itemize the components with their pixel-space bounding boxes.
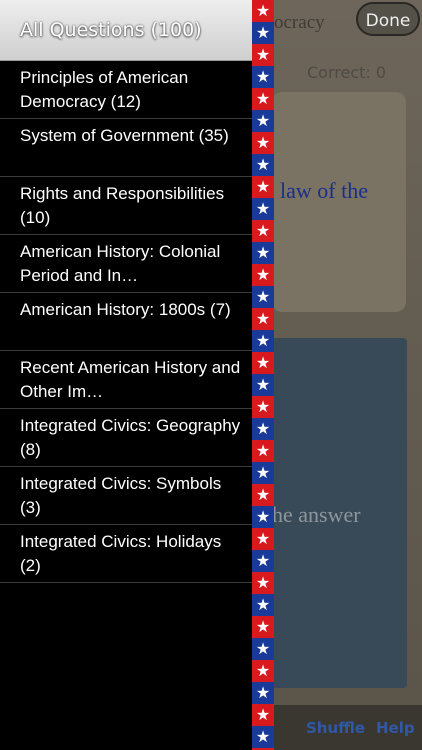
star-icon: ★	[255, 1, 271, 20]
category-menu: All Questions (100) Principles of Americ…	[0, 0, 252, 750]
stars-stripes-divider: ★★★★★★★★★★★★★★★★★★★★★★★★★★★★★★★★★★★	[252, 0, 274, 750]
star-icon: ★	[255, 221, 271, 240]
star-icon: ★	[255, 111, 271, 130]
star-icon: ★	[255, 617, 271, 636]
star-icon: ★	[255, 353, 271, 372]
menu-item-system-of-government[interactable]: System of Government (35)	[0, 119, 252, 177]
star-icon: ★	[255, 331, 271, 350]
main-screen: ocracy Done Correct: 0 law of the he ans…	[252, 0, 422, 750]
star-icon: ★	[255, 265, 271, 284]
star-icon: ★	[255, 661, 271, 680]
star-icon: ★	[255, 595, 271, 614]
menu-item-1800s[interactable]: American History: 1800s (7)	[0, 293, 252, 351]
menu-item-colonial-period[interactable]: American History: Colonial Period and In…	[0, 235, 252, 293]
screen-title: ocracy	[274, 12, 325, 33]
menu-item-recent-history[interactable]: Recent American History and Other Im…	[0, 351, 252, 409]
star-icon: ★	[255, 529, 271, 548]
star-icon: ★	[255, 375, 271, 394]
menu-item-symbols[interactable]: Integrated Civics: Symbols (3)	[0, 467, 252, 525]
star-icon: ★	[255, 507, 271, 526]
bottom-toolbar: Shuffle Help	[252, 705, 422, 750]
star-icon: ★	[255, 705, 271, 724]
star-icon: ★	[255, 573, 271, 592]
help-button[interactable]: Help	[376, 719, 415, 737]
question-text: law of the	[280, 178, 368, 203]
menu-item-geography[interactable]: Integrated Civics: Geography (8)	[0, 409, 252, 467]
star-icon: ★	[255, 155, 271, 174]
star-icon: ★	[255, 67, 271, 86]
star-icon: ★	[255, 397, 271, 416]
star-icon: ★	[255, 309, 271, 328]
star-icon: ★	[255, 133, 271, 152]
star-icon: ★	[255, 89, 271, 108]
star-icon: ★	[255, 199, 271, 218]
star-icon: ★	[255, 441, 271, 460]
star-icon: ★	[255, 683, 271, 702]
shuffle-button[interactable]: Shuffle	[306, 719, 365, 737]
star-icon: ★	[255, 177, 271, 196]
star-icon: ★	[255, 485, 271, 504]
menu-item-all-questions[interactable]: All Questions (100)	[0, 0, 252, 61]
answer-prompt: he answer	[272, 502, 361, 527]
star-icon: ★	[255, 551, 271, 570]
done-button[interactable]: Done	[356, 2, 420, 36]
correct-counter: Correct: 0	[307, 63, 387, 82]
menu-item-holidays[interactable]: Integrated Civics: Holidays (2)	[0, 525, 252, 583]
star-icon: ★	[255, 463, 271, 482]
menu-item-rights[interactable]: Rights and Responsibilities (10)	[0, 177, 252, 235]
star-icon: ★	[255, 243, 271, 262]
star-icon: ★	[255, 45, 271, 64]
star-icon: ★	[255, 287, 271, 306]
star-icon: ★	[255, 727, 271, 746]
menu-item-principles[interactable]: Principles of American Democracy (12)	[0, 61, 252, 119]
star-icon: ★	[255, 419, 271, 438]
star-icon: ★	[255, 639, 271, 658]
star-icon: ★	[255, 23, 271, 42]
